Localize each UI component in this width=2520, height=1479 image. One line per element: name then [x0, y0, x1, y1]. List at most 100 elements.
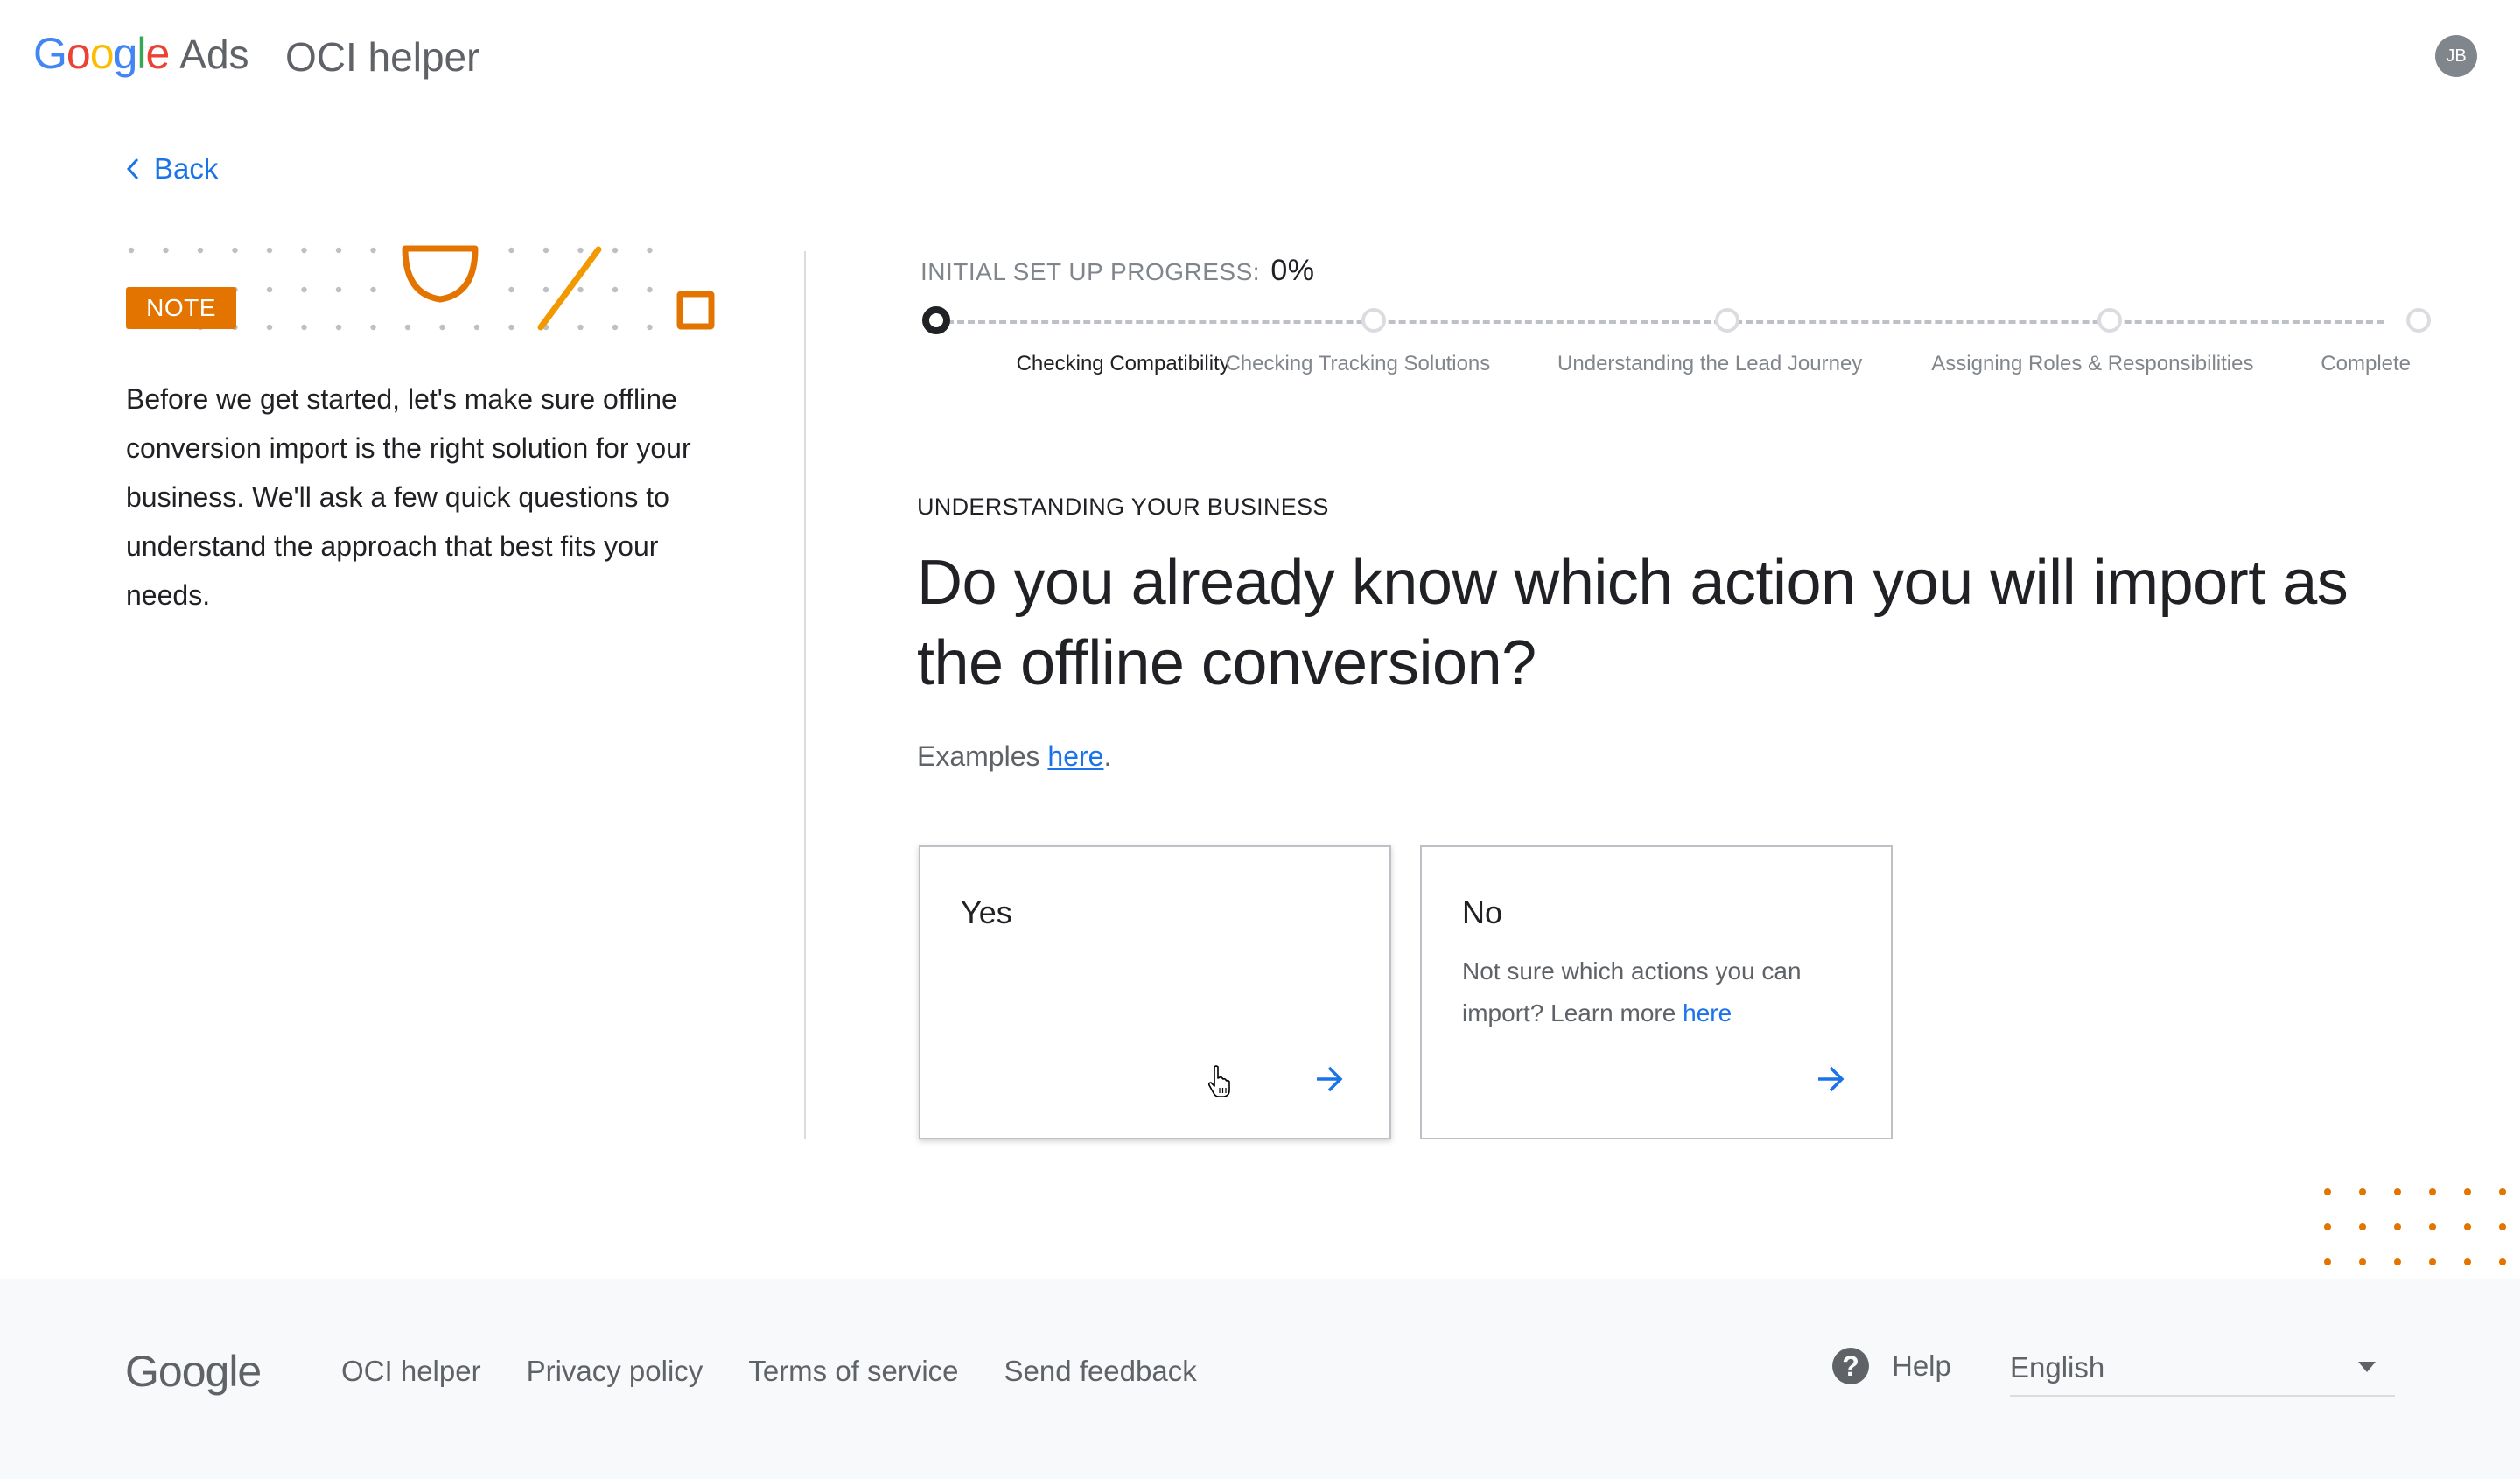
step-dot	[2097, 308, 2123, 333]
app-header: Google Ads OCI helper JB	[0, 0, 2520, 114]
footer: Google OCI helper Privacy policy Terms o…	[0, 1279, 2520, 1479]
vertical-divider	[804, 251, 806, 1139]
dot	[370, 286, 376, 293]
stepper-track	[936, 320, 2384, 324]
learn-more-link[interactable]: here	[1683, 999, 1732, 1027]
dot	[2429, 1258, 2436, 1265]
dot	[2429, 1223, 2436, 1230]
logo-letter: e	[145, 29, 170, 78]
help-link[interactable]: ? Help	[1832, 1348, 1951, 1384]
dot	[2429, 1188, 2436, 1195]
dot	[163, 247, 169, 254]
language-select[interactable]: English	[2010, 1337, 2395, 1397]
dot	[2499, 1223, 2506, 1230]
dot	[2359, 1223, 2366, 1230]
progress-stepper: Checking Compatibility Checking Tracking …	[920, 306, 2432, 385]
dot	[578, 324, 584, 331]
dot	[2499, 1258, 2506, 1265]
dot	[2394, 1188, 2401, 1195]
dot	[647, 247, 653, 254]
footer-link-privacy[interactable]: Privacy policy	[527, 1355, 704, 1388]
language-value: English	[2010, 1351, 2105, 1384]
step-dot	[922, 306, 951, 334]
dot	[647, 324, 653, 331]
logo-letter: g	[113, 29, 138, 78]
dot	[578, 286, 584, 293]
section-label: UNDERSTANDING YOUR BUSINESS	[917, 494, 1329, 520]
dot	[2394, 1258, 2401, 1265]
logo-letter: l	[136, 29, 146, 78]
footer-link-oci-helper[interactable]: OCI helper	[341, 1355, 481, 1388]
app-title: OCI helper	[285, 34, 480, 80]
dot	[232, 247, 238, 254]
footer-links: OCI helper Privacy policy Terms of servi…	[341, 1355, 1197, 1388]
dot	[335, 324, 342, 331]
dot	[542, 286, 550, 293]
footer-link-feedback[interactable]: Send feedback	[1004, 1355, 1197, 1388]
step-label: Checking Tracking Solutions	[1225, 352, 1491, 375]
dot	[266, 286, 273, 293]
dot	[473, 324, 480, 331]
note-text: Before we get started, let's make sure o…	[126, 383, 691, 611]
dot	[508, 324, 514, 331]
dot	[301, 286, 307, 293]
dot	[2324, 1258, 2331, 1265]
step-label: Complete	[2320, 352, 2412, 375]
step-dot	[1715, 308, 1740, 333]
square-shape	[676, 291, 715, 330]
arrow-right-icon[interactable]	[1314, 1064, 1344, 1094]
logo-letter: o	[89, 29, 115, 78]
dot	[542, 247, 550, 254]
footer-link-terms[interactable]: Terms of service	[748, 1355, 958, 1388]
dot	[266, 324, 273, 331]
account-avatar[interactable]: JB	[2435, 35, 2477, 77]
slash-shape	[537, 246, 602, 331]
help-circle-icon: ?	[1832, 1348, 1869, 1384]
step-dot	[2406, 308, 2432, 333]
examples-link[interactable]: here	[1047, 740, 1103, 772]
dot	[2464, 1223, 2471, 1230]
option-description: Not sure which actions you can import? L…	[1462, 950, 1847, 1034]
option-card-no[interactable]: No Not sure which actions you can import…	[1420, 845, 1893, 1139]
option-card-yes[interactable]: Yes	[919, 845, 1391, 1139]
dot	[2359, 1258, 2366, 1265]
google-ads-logo[interactable]: Google Ads	[33, 28, 249, 81]
examples-suffix: .	[1103, 740, 1112, 772]
note-badge: NOTE	[126, 287, 236, 329]
option-title: No	[1462, 894, 1503, 930]
dot	[2394, 1223, 2401, 1230]
dot	[2359, 1188, 2366, 1195]
back-link[interactable]: Back	[124, 152, 218, 186]
dot	[508, 286, 514, 293]
dot	[301, 247, 307, 254]
examples-line: Examples here.	[917, 740, 1111, 773]
ads-wordmark: Ads	[179, 32, 249, 77]
progress-label-text: INITIAL SET UP PROGRESS:	[920, 258, 1261, 285]
footer-google-logo[interactable]: Google	[125, 1346, 262, 1397]
decorative-dots-orange	[2324, 1188, 2506, 1265]
dot	[612, 286, 619, 293]
logo-letter: o	[66, 29, 91, 78]
dot	[370, 324, 376, 331]
dot	[404, 324, 411, 331]
dot	[197, 247, 204, 254]
dropdown-caret-icon	[2358, 1362, 2376, 1372]
dot	[2324, 1188, 2331, 1195]
dot	[335, 286, 342, 293]
dot	[2464, 1258, 2471, 1265]
progress-percent: 0%	[1270, 254, 1315, 287]
arrow-right-icon[interactable]	[1816, 1064, 1845, 1094]
dot	[335, 247, 342, 254]
option-description-text: Not sure which actions you can import? L…	[1462, 957, 1802, 1027]
dot	[266, 247, 273, 254]
google-wordmark: Google	[33, 28, 170, 79]
dot	[370, 247, 376, 254]
dot	[128, 247, 135, 254]
dot	[508, 247, 514, 254]
dot	[612, 324, 619, 331]
step-label: Checking Compatibility	[1016, 352, 1230, 375]
dot	[612, 247, 619, 254]
step-dot	[1362, 308, 1387, 333]
step-label: Understanding the Lead Journey	[1558, 352, 1863, 375]
progress-label: INITIAL SET UP PROGRESS: 0%	[920, 254, 1314, 288]
